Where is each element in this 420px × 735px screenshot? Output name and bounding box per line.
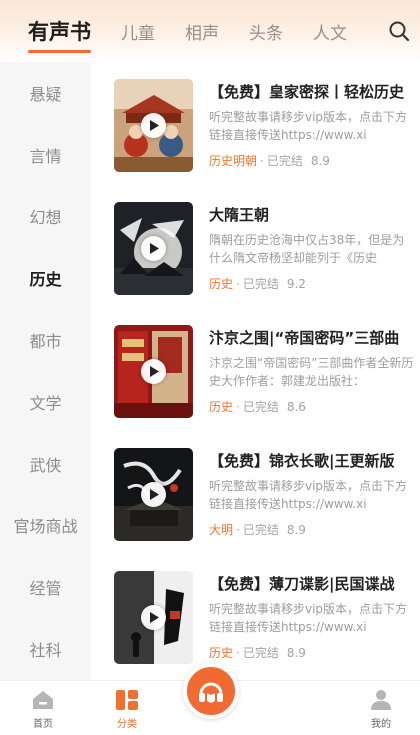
home-icon bbox=[33, 691, 53, 709]
separator-dot: · bbox=[236, 400, 240, 414]
play-button[interactable] bbox=[141, 236, 166, 261]
tab-audiobook[interactable]: 有声书 bbox=[28, 16, 91, 53]
category-grid-icon bbox=[116, 690, 138, 710]
book-meta: 历史 · 已完结 9.2 bbox=[209, 275, 306, 292]
book-score: 8.9 bbox=[286, 523, 306, 537]
book-cover[interactable] bbox=[114, 571, 193, 664]
book-description: 隋朝在历史沧海中仅占38年，但是为什么隋文帝杨坚却能列于《历史 bbox=[209, 233, 405, 265]
tab-humanities[interactable]: 人文 bbox=[313, 19, 347, 44]
book-meta: 历史 · 已完结 8.9 bbox=[209, 644, 306, 661]
bottom-navigation: 首页 分类 我的 bbox=[0, 663, 420, 735]
book-list: 【免费】皇家密探丨轻松历史 听完整故事请移步vip版本，点击下方链接直接传送ht… bbox=[91, 62, 420, 680]
tab-children[interactable]: 儿童 bbox=[121, 19, 155, 44]
nav-home-label: 首页 bbox=[33, 719, 53, 730]
separator-dot: · bbox=[260, 154, 264, 168]
nav-mine[interactable]: 我的 bbox=[351, 689, 411, 730]
separator-dot: · bbox=[236, 277, 240, 291]
book-list-item[interactable]: 【免费】锦衣长歌|王更新版 听完整故事请移步vip版本，点击下方链接直接传送ht… bbox=[91, 431, 420, 554]
book-score: 8.9 bbox=[286, 646, 306, 660]
book-category: 历史明朝 bbox=[209, 154, 258, 168]
sidebar-item-history[interactable]: 历史 bbox=[0, 247, 91, 309]
sidebar-item-officialdom-business[interactable]: 官场商战 bbox=[0, 495, 91, 557]
book-cover[interactable] bbox=[114, 202, 193, 295]
book-title[interactable]: 【免费】锦衣长歌|王更新版 bbox=[209, 450, 415, 471]
nav-category-label: 分类 bbox=[117, 719, 137, 730]
book-description: 汴京之围“帝国密码”三部曲作者全新历史大作作者：郭建龙出版社： bbox=[209, 356, 414, 388]
book-list-item[interactable]: 【免费】薄刀谍影|民国谍战 听完整故事请移步vip版本，点击下方链接直接传送ht… bbox=[91, 554, 420, 677]
book-status: 已完结 bbox=[242, 523, 279, 537]
sidebar-item-suspense[interactable]: 悬疑 bbox=[0, 62, 91, 124]
nav-home[interactable]: 首页 bbox=[13, 689, 73, 730]
genre-sidebar: 悬疑 言情 幻想 历史 都市 文学 武侠 官场商战 经管 社科 bbox=[0, 62, 91, 680]
book-category: 历史 bbox=[209, 277, 234, 291]
sidebar-item-social-science[interactable]: 社科 bbox=[0, 618, 91, 680]
book-meta: 大明 · 已完结 8.9 bbox=[209, 521, 306, 538]
play-icon bbox=[149, 120, 159, 131]
play-button[interactable] bbox=[141, 482, 166, 507]
play-button[interactable] bbox=[141, 359, 166, 384]
book-score: 8.9 bbox=[310, 154, 330, 168]
user-icon bbox=[371, 690, 391, 710]
book-title[interactable]: 汴京之围|“帝国密码”三部曲 bbox=[209, 327, 415, 348]
book-cover[interactable] bbox=[114, 79, 193, 172]
book-cover[interactable] bbox=[114, 448, 193, 541]
nav-category[interactable]: 分类 bbox=[97, 689, 157, 730]
play-button[interactable] bbox=[141, 113, 166, 138]
play-button[interactable] bbox=[141, 605, 166, 630]
book-cover[interactable] bbox=[114, 325, 193, 418]
book-title[interactable]: 大隋王朝 bbox=[209, 204, 415, 225]
book-status: 已完结 bbox=[242, 646, 279, 660]
separator-dot: · bbox=[236, 523, 240, 537]
book-status: 已完结 bbox=[242, 277, 279, 291]
top-tab-bar: 有声书 儿童 相声 头条 人文 bbox=[0, 0, 420, 62]
book-status: 已完结 bbox=[266, 154, 303, 168]
book-description: 听完整故事请移步vip版本，点击下方链接直接传送https://www.xi bbox=[209, 110, 408, 142]
book-score: 8.6 bbox=[286, 400, 306, 414]
player-button[interactable] bbox=[183, 663, 239, 719]
sidebar-item-literature[interactable]: 文学 bbox=[0, 371, 91, 433]
book-meta: 历史 · 已完结 8.6 bbox=[209, 398, 306, 415]
headphones-book-icon bbox=[199, 682, 223, 703]
book-score: 9.2 bbox=[286, 277, 306, 291]
book-list-item[interactable]: 【免费】皇家密探丨轻松历史 听完整故事请移步vip版本，点击下方链接直接传送ht… bbox=[91, 62, 420, 185]
search-icon bbox=[389, 21, 410, 42]
sidebar-item-romance[interactable]: 言情 bbox=[0, 124, 91, 186]
play-icon bbox=[149, 489, 159, 500]
book-list-item[interactable]: 汴京之围|“帝国密码”三部曲 汴京之围“帝国密码”三部曲作者全新历史大作作者：郭… bbox=[91, 308, 420, 431]
book-category: 大明 bbox=[209, 523, 234, 537]
book-category: 历史 bbox=[209, 400, 234, 414]
book-title[interactable]: 【免费】薄刀谍影|民国谍战 bbox=[209, 573, 415, 594]
play-icon bbox=[149, 612, 159, 623]
book-description: 听完整故事请移步vip版本，点击下方链接直接传送https://www.xi bbox=[209, 602, 408, 634]
tab-headlines[interactable]: 头条 bbox=[249, 19, 283, 44]
book-title[interactable]: 【免费】皇家密探丨轻松历史 bbox=[209, 81, 415, 102]
book-category: 历史 bbox=[209, 646, 234, 660]
sidebar-item-martial-arts[interactable]: 武侠 bbox=[0, 433, 91, 495]
play-icon bbox=[149, 366, 159, 377]
book-status: 已完结 bbox=[242, 400, 279, 414]
tab-crosstalk[interactable]: 相声 bbox=[185, 19, 219, 44]
nav-mine-label: 我的 bbox=[371, 719, 391, 730]
separator-dot: · bbox=[236, 646, 240, 660]
category-tabs: 有声书 儿童 相声 头条 人文 bbox=[0, 0, 377, 62]
sidebar-item-management[interactable]: 经管 bbox=[0, 556, 91, 618]
book-description: 听完整故事请移步vip版本，点击下方链接直接传送https://www.xi bbox=[209, 479, 408, 511]
book-meta: 历史明朝 · 已完结 8.9 bbox=[209, 152, 330, 169]
book-list-item[interactable]: 大隋王朝 隋朝在历史沧海中仅占38年，但是为什么隋文帝杨坚却能列于《历史 历史 ·… bbox=[91, 185, 420, 308]
play-icon bbox=[149, 243, 159, 254]
sidebar-item-fantasy[interactable]: 幻想 bbox=[0, 186, 91, 248]
search-button[interactable] bbox=[378, 0, 420, 62]
sidebar-item-urban[interactable]: 都市 bbox=[0, 309, 91, 371]
